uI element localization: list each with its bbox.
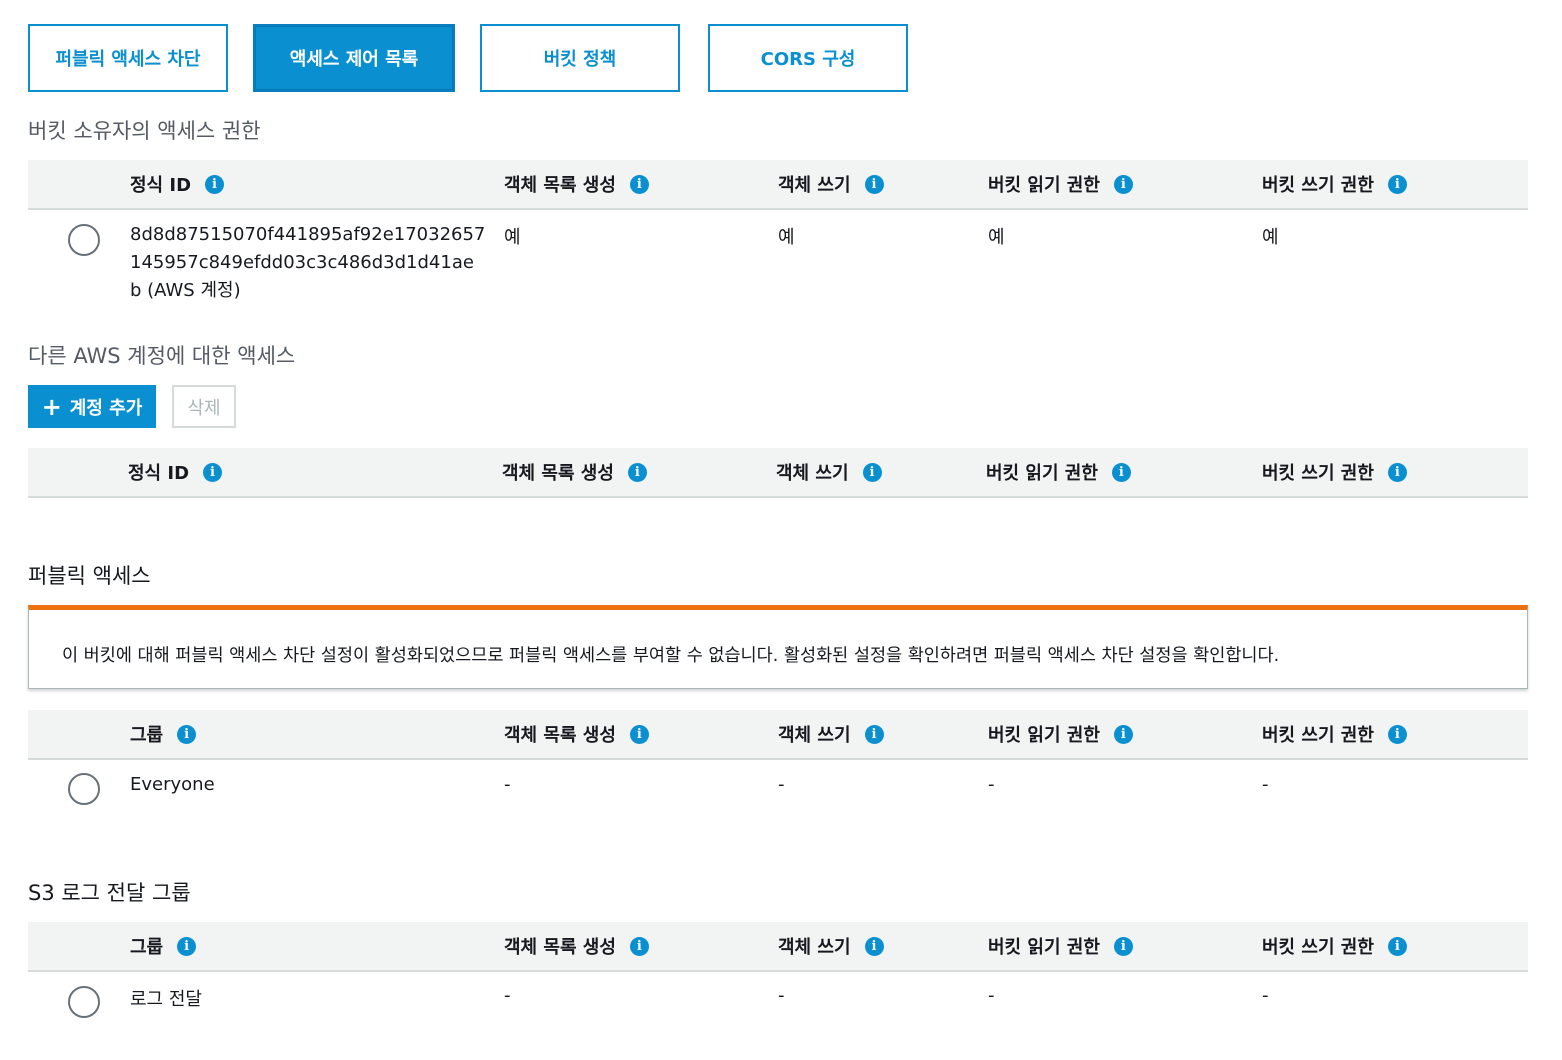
column-write-objects: 객체 쓰기 i [778, 710, 884, 758]
everyone-list-objects-value: - [504, 774, 511, 795]
tab-bucket-policy[interactable]: 버킷 정책 [480, 24, 680, 92]
column-list-objects: 객체 목록 생성 i [504, 922, 649, 970]
column-write-bucket-permissions: 버킷 쓰기 권한 i [1262, 160, 1407, 208]
info-icon[interactable]: i [1111, 462, 1131, 482]
everyone-row-radio[interactable] [68, 773, 100, 805]
column-read-bucket-permissions: 버킷 읽기 권한 i [988, 922, 1133, 970]
info-icon[interactable]: i [1113, 174, 1133, 194]
column-group: 그룹 i [130, 710, 197, 758]
column-write-bucket-permissions: 버킷 쓰기 권한 i [1262, 448, 1407, 496]
column-write-bucket-permissions: 버킷 쓰기 권한 i [1262, 922, 1407, 970]
public-access-section-title: 퍼블릭 액세스 [28, 564, 151, 588]
owner-table-header: 정식 ID i 객체 목록 생성 i 객체 쓰기 i 버킷 읽기 권한 i 버킷 쓰기 … [28, 160, 1528, 210]
owner-section-title: 버킷 소유자의 액세스 권한 [28, 119, 261, 143]
info-icon[interactable]: i [1113, 936, 1133, 956]
info-icon[interactable]: i [862, 462, 882, 482]
info-icon[interactable]: i [627, 462, 647, 482]
plus-icon: + [41, 392, 62, 421]
info-icon[interactable]: i [629, 724, 649, 744]
info-icon[interactable]: i [203, 462, 223, 482]
owner-write-objects-value: 예 [778, 227, 795, 248]
owner-read-bucket-value: 예 [988, 227, 1005, 248]
info-icon[interactable]: i [1387, 724, 1407, 744]
column-list-objects: 객체 목록 생성 i [504, 710, 649, 758]
column-write-bucket-permissions: 버킷 쓰기 권한 i [1262, 710, 1407, 758]
log-delivery-list-objects-value: - [504, 985, 511, 1006]
info-icon[interactable]: i [864, 724, 884, 744]
column-read-bucket-permissions: 버킷 읽기 권한 i [988, 710, 1133, 758]
info-icon[interactable]: i [1387, 174, 1407, 194]
info-icon[interactable]: i [629, 936, 649, 956]
log-delivery-read-bucket-value: - [988, 985, 995, 1006]
everyone-read-bucket-value: - [988, 774, 995, 795]
log-delivery-row-radio[interactable] [68, 986, 100, 1018]
owner-list-objects-value: 예 [504, 227, 521, 248]
everyone-group-name: Everyone [130, 774, 215, 795]
info-icon[interactable]: i [864, 936, 884, 956]
delete-button[interactable]: 삭제 [172, 385, 236, 428]
other-accounts-table-header: 정식 ID i 객체 목록 생성 i 객체 쓰기 i 버킷 읽기 권한 i 버킷 쓰기 … [28, 448, 1528, 498]
owner-row-radio[interactable] [68, 224, 100, 256]
column-read-bucket-permissions: 버킷 읽기 권한 i [986, 448, 1131, 496]
add-account-button[interactable]: + 계정 추가 [28, 385, 156, 428]
tab-access-control-list[interactable]: 액세스 제어 목록 [253, 24, 455, 92]
info-icon[interactable]: i [1113, 724, 1133, 744]
column-group: 그룹 i [130, 922, 197, 970]
log-delivery-section-title: S3 로그 전달 그룹 [28, 881, 191, 905]
column-write-objects: 객체 쓰기 i [776, 448, 882, 496]
info-icon[interactable]: i [1387, 462, 1407, 482]
everyone-write-bucket-value: - [1262, 774, 1269, 795]
column-list-objects: 객체 목록 생성 i [504, 160, 649, 208]
info-icon[interactable]: i [864, 174, 884, 194]
column-read-bucket-permissions: 버킷 읽기 권한 i [988, 160, 1133, 208]
column-canonical-id: 정식 ID i [130, 160, 225, 208]
column-list-objects: 객체 목록 생성 i [502, 448, 647, 496]
log-delivery-write-objects-value: - [778, 985, 785, 1006]
log-delivery-table-header: 그룹 i 객체 목록 생성 i 객체 쓰기 i 버킷 읽기 권한 i 버킷 쓰기 권한 i [28, 922, 1528, 972]
tab-block-public-access[interactable]: 퍼블릭 액세스 차단 [28, 24, 228, 92]
log-delivery-group-name: 로그 전달 [130, 989, 202, 1010]
info-icon[interactable]: i [177, 936, 197, 956]
public-access-warning-alert: 이 버킷에 대해 퍼블릭 액세스 차단 설정이 활성화되었으므로 퍼블릭 액세스… [28, 605, 1528, 689]
info-icon[interactable]: i [205, 174, 225, 194]
column-write-objects: 객체 쓰기 i [778, 160, 884, 208]
alert-message: 이 버킷에 대해 퍼블릭 액세스 차단 설정이 활성화되었으므로 퍼블릭 액세스… [62, 646, 1280, 666]
public-access-table-header: 그룹 i 객체 목록 생성 i 객체 쓰기 i 버킷 읽기 권한 i 버킷 쓰기 권한 i [28, 710, 1528, 760]
info-icon[interactable]: i [1387, 936, 1407, 956]
info-icon[interactable]: i [629, 174, 649, 194]
other-accounts-section-title: 다른 AWS 계정에 대한 액세스 [28, 344, 296, 368]
owner-write-bucket-value: 예 [1262, 227, 1279, 248]
info-icon[interactable]: i [177, 724, 197, 744]
add-account-label: 계정 추가 [69, 397, 143, 419]
column-write-objects: 객체 쓰기 i [778, 922, 884, 970]
tab-cors-configuration[interactable]: CORS 구성 [708, 24, 908, 92]
owner-canonical-id: 8d8d87515070f441895af92e17032657 145957c… [130, 224, 486, 301]
everyone-write-objects-value: - [778, 774, 785, 795]
log-delivery-write-bucket-value: - [1262, 985, 1269, 1006]
column-canonical-id: 정식 ID i [128, 448, 223, 496]
